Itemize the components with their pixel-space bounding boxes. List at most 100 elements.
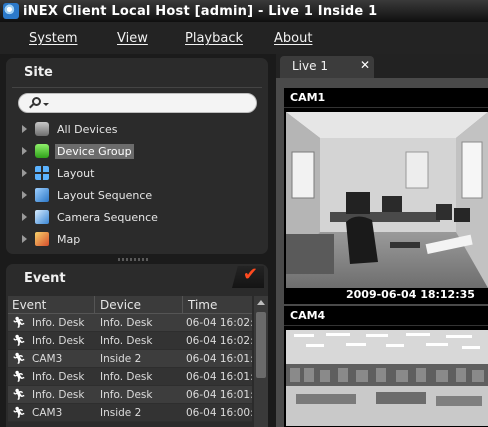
cell-time: 06-04 16:01:5 — [186, 371, 252, 383]
event-scrollbar[interactable] — [254, 296, 268, 427]
cell-device: Info. Desk — [100, 389, 153, 401]
tree-item-all-devices[interactable]: All Devices — [20, 118, 260, 140]
motion-event-icon: 🏃︎ — [12, 352, 26, 365]
site-panel-title: Site — [24, 65, 53, 80]
tree-item-device-group[interactable]: Device Group — [20, 140, 260, 162]
layout-icon — [35, 166, 49, 180]
tree-item-map[interactable]: Map — [20, 228, 260, 250]
tree-item-label: Layout — [57, 166, 95, 180]
cell-time: 06-04 16:01:5 — [186, 353, 252, 365]
table-row[interactable]: 🏃︎ Info. Desk Info. Desk 06-04 16:01:5 — [8, 368, 252, 386]
window-title: iNEX Client Local Host [admin] - Live 1 … — [23, 3, 378, 19]
expand-arrow-icon[interactable] — [22, 235, 27, 243]
camera-title-bar: CAM1 — [284, 88, 488, 108]
tree-item-layout[interactable]: Layout — [20, 162, 260, 184]
camera-name: CAM4 — [290, 309, 326, 322]
chevron-down-icon[interactable] — [43, 103, 49, 106]
event-table: Event Device Time 🏃︎ Info. Desk Info. De… — [8, 296, 252, 422]
menu-about[interactable]: About — [274, 31, 312, 46]
inex-logo-icon — [3, 3, 19, 19]
camera-video-feed[interactable] — [286, 112, 488, 288]
column-header-device[interactable]: Device — [100, 298, 141, 312]
cell-time: 06-04 16:00:4 — [186, 407, 252, 419]
cell-event: CAM3 — [32, 407, 63, 419]
cell-device: Info. Desk — [100, 371, 153, 383]
expand-arrow-icon[interactable] — [22, 125, 27, 133]
tree-item-label: Device Group — [55, 143, 134, 159]
cell-time: 06-04 16:02:0 — [186, 335, 252, 347]
column-divider[interactable] — [182, 296, 183, 314]
cell-event: CAM3 — [32, 353, 63, 365]
devices-icon — [35, 122, 49, 136]
column-header-event[interactable]: Event — [12, 298, 46, 312]
table-body: 🏃︎ Info. Desk Info. Desk 06-04 16:02:0 🏃… — [8, 314, 252, 422]
tree-item-layout-sequence[interactable]: Layout Sequence — [20, 184, 260, 206]
menu-view[interactable]: View — [117, 31, 148, 46]
title-bar: iNEX Client Local Host [admin] - Live 1 … — [0, 0, 488, 22]
cell-device: Info. Desk — [100, 317, 153, 329]
camera-title-bar: CAM4 — [284, 306, 488, 326]
expand-arrow-icon[interactable] — [22, 147, 27, 155]
column-header-time[interactable]: Time — [188, 298, 217, 312]
camera-tile-cam1[interactable]: CAM1 2009-06-04 18:12:35 — [284, 88, 488, 304]
cell-time: 06-04 16:02:0 — [186, 317, 252, 329]
table-row[interactable]: 🏃︎ Info. Desk Info. Desk 06-04 16:01:5 — [8, 386, 252, 404]
cell-time: 06-04 16:01:5 — [186, 389, 252, 401]
table-row[interactable]: 🏃︎ Info. Desk Info. Desk 06-04 16:02:0 — [8, 332, 252, 350]
event-panel-title: Event — [24, 271, 66, 286]
menu-bar: System View Playback About — [0, 22, 488, 54]
scroll-up-icon[interactable] — [257, 300, 265, 305]
event-panel: Event ✔ Event Device Time 🏃︎ Info. Desk … — [6, 264, 268, 427]
table-header: Event Device Time — [8, 296, 252, 314]
motion-event-icon: 🏃︎ — [12, 316, 26, 329]
store-scene-image — [286, 330, 488, 426]
menu-playback[interactable]: Playback — [185, 31, 243, 46]
tree-item-label: All Devices — [57, 122, 118, 136]
close-icon[interactable]: ✕ — [360, 58, 370, 72]
live-tab-bar: Live 1 ✕ — [276, 54, 488, 78]
tree-item-label: Layout Sequence — [57, 188, 153, 202]
search-icon-handle — [29, 103, 34, 109]
cell-event: Info. Desk — [32, 389, 85, 401]
tree-item-camera-sequence[interactable]: Camera Sequence — [20, 206, 260, 228]
table-row[interactable]: 🏃︎ CAM3 Inside 2 06-04 16:00:4 — [8, 404, 252, 422]
tree-item-label: Camera Sequence — [57, 210, 158, 224]
site-panel: Site All Devices Device Group Layout Lay… — [6, 58, 268, 254]
camera-name: CAM1 — [290, 91, 326, 104]
divider — [12, 87, 262, 88]
column-divider[interactable] — [94, 296, 95, 314]
camera-timestamp: 2009-06-04 18:12:35 — [346, 288, 475, 301]
tab-label: Live 1 — [292, 59, 328, 73]
cell-device: Info. Desk — [100, 335, 153, 347]
expand-arrow-icon[interactable] — [22, 169, 27, 177]
cell-device: Inside 2 — [100, 407, 142, 419]
cell-event: Info. Desk — [32, 335, 85, 347]
motion-event-icon: 🏃︎ — [12, 388, 26, 401]
panel-resize-grip[interactable] — [118, 258, 148, 261]
table-row[interactable]: 🏃︎ Info. Desk Info. Desk 06-04 16:02:0 — [8, 314, 252, 332]
site-tree: All Devices Device Group Layout Layout S… — [20, 118, 260, 250]
scrollbar-thumb[interactable] — [256, 312, 266, 378]
camera-sequence-icon — [35, 210, 49, 224]
cell-event: Info. Desk — [32, 317, 85, 329]
cell-device: Inside 2 — [100, 353, 142, 365]
live-view-area: CAM1 2009-06-04 18:12:35 CAM4 — [276, 78, 488, 427]
table-row[interactable]: 🏃︎ CAM3 Inside 2 06-04 16:01:5 — [8, 350, 252, 368]
site-search-input[interactable] — [18, 93, 257, 113]
cell-event: Info. Desk — [32, 371, 85, 383]
camera-video-feed[interactable] — [286, 330, 488, 426]
chevron-down-icon[interactable]: ✔ — [243, 264, 258, 285]
tree-item-label: Map — [57, 232, 81, 246]
office-scene-image — [286, 112, 488, 288]
motion-event-icon: 🏃︎ — [12, 334, 26, 347]
expand-arrow-icon[interactable] — [22, 191, 27, 199]
map-icon — [35, 232, 49, 246]
motion-event-icon: 🏃︎ — [12, 370, 26, 383]
motion-event-icon: 🏃︎ — [12, 406, 26, 419]
expand-arrow-icon[interactable] — [22, 213, 27, 221]
camera-tile-cam4[interactable]: CAM4 — [284, 306, 488, 427]
menu-system[interactable]: System — [29, 31, 77, 46]
layout-sequence-icon — [35, 188, 49, 202]
tab-live-1[interactable]: Live 1 ✕ — [280, 56, 374, 78]
device-group-icon — [35, 144, 49, 158]
